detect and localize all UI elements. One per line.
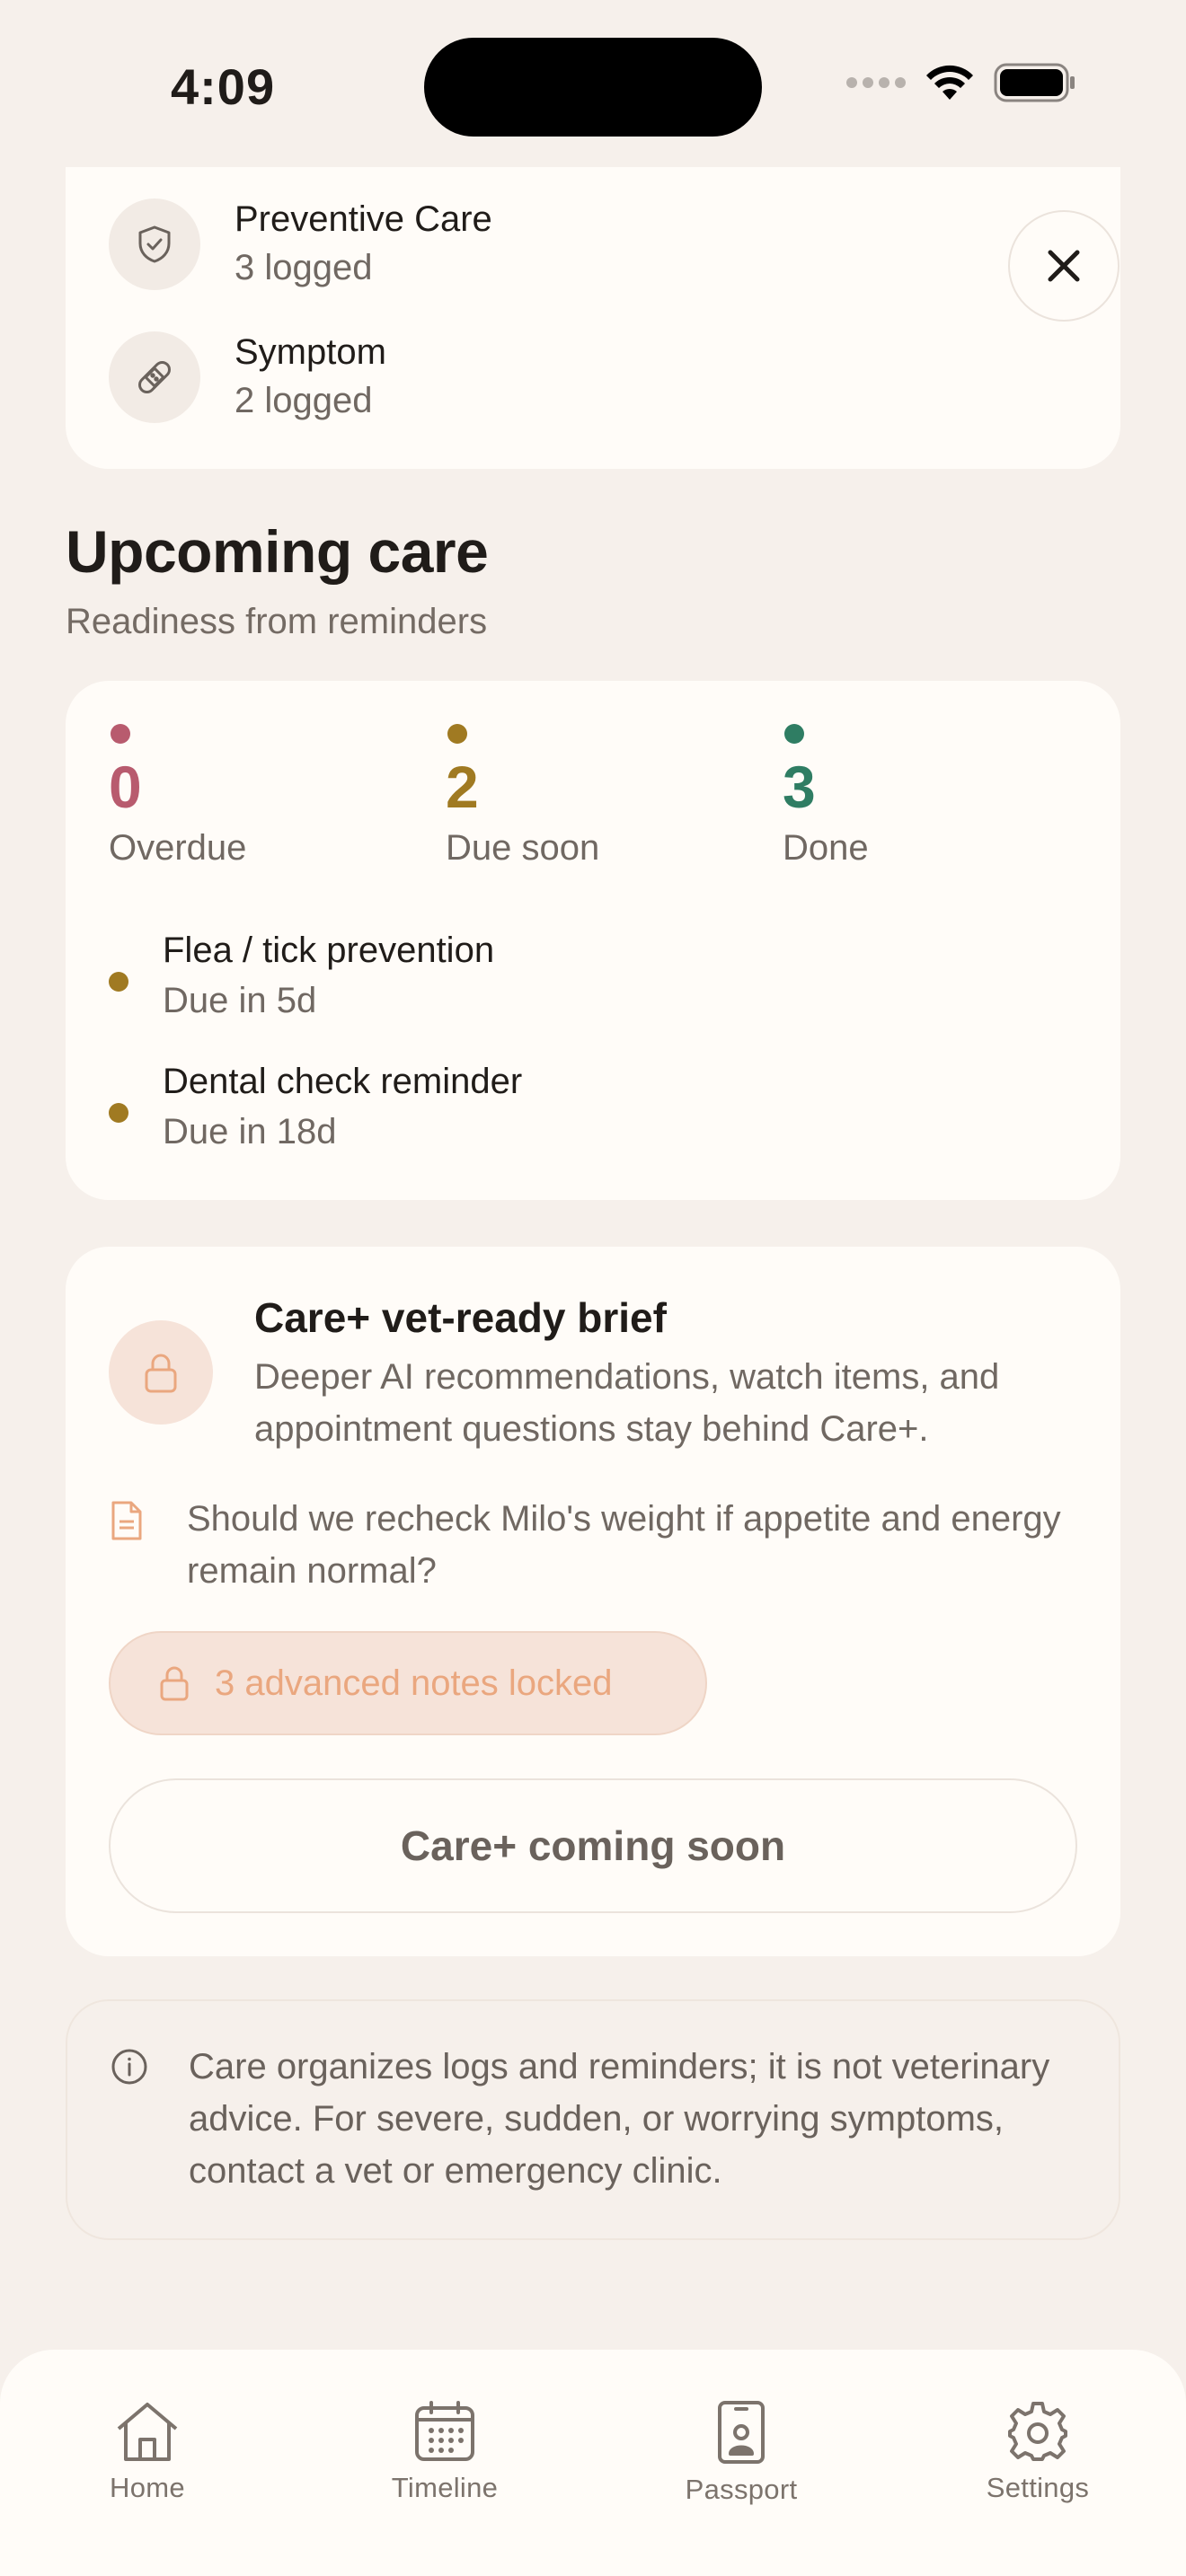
- lock-icon: [109, 1320, 213, 1425]
- passport-icon: [718, 2401, 765, 2464]
- log-count: 2 logged: [235, 381, 373, 420]
- careplus-coming-soon-button[interactable]: Care+ coming soon: [109, 1778, 1077, 1913]
- stat-label: Overdue: [109, 828, 247, 868]
- stat-due-soon: 2 Due soon: [446, 724, 599, 869]
- upcoming-care-card: 0 Overdue 2 Due soon 3 Done Flea / tick …: [66, 681, 1120, 1200]
- stat-done: 3 Done: [783, 724, 869, 869]
- tab-label: Timeline: [391, 2472, 499, 2503]
- status-time: 4:09: [171, 58, 276, 115]
- section-subtitle: Readiness from reminders: [66, 602, 488, 641]
- lock-icon: [160, 1666, 189, 1701]
- close-button[interactable]: [1008, 210, 1120, 322]
- disclaimer-text: Care organizes logs and reminders; it is…: [189, 2047, 1050, 2191]
- status-dot: [447, 724, 467, 744]
- log-count: 3 logged: [235, 248, 373, 287]
- wifi-icon: [926, 65, 973, 100]
- gear-icon: [1008, 2402, 1067, 2461]
- locked-notes-pill[interactable]: 3 advanced notes locked: [109, 1631, 707, 1735]
- stat-value: 2: [446, 754, 479, 820]
- log-title: Symptom: [235, 332, 386, 372]
- due-item-title: Flea / tick prevention: [163, 931, 495, 970]
- tab-label: Settings: [986, 2472, 1090, 2503]
- shield-check-icon: [109, 198, 200, 290]
- careplus-description: Deeper AI recommendations, watch items, …: [254, 1357, 1000, 1449]
- calendar-icon: [415, 2401, 474, 2461]
- stat-overdue: 0 Overdue: [109, 724, 246, 869]
- due-item-title: Dental check reminder: [163, 1062, 523, 1101]
- close-icon: [1048, 250, 1080, 282]
- due-item-date: Due in 18d: [163, 1112, 337, 1151]
- locked-notes-label: 3 advanced notes locked: [215, 1663, 613, 1703]
- log-title: Preventive Care: [235, 199, 492, 239]
- stat-label: Due soon: [446, 828, 600, 868]
- log-row-preventive-care[interactable]: Preventive Care 3 logged: [109, 196, 492, 293]
- care-screen: 4:09 Preventive Care 3 logged Symptom 2 …: [0, 0, 1186, 2576]
- document-icon: [111, 1501, 142, 1540]
- stat-label: Done: [783, 828, 869, 868]
- dynamic-island: [424, 38, 762, 137]
- status-dot: [784, 724, 804, 744]
- due-soon-dot: [109, 972, 128, 992]
- section-title: Upcoming care: [66, 518, 489, 585]
- disclaimer-card: Care organizes logs and reminders; it is…: [66, 1999, 1120, 2240]
- tab-home[interactable]: Home: [49, 2400, 246, 2504]
- status-dot: [111, 724, 130, 744]
- due-soon-dot: [109, 1103, 128, 1123]
- log-row-symptom[interactable]: Symptom 2 logged: [109, 329, 386, 426]
- tab-passport[interactable]: Passport: [642, 2400, 840, 2506]
- tab-bar: Home Timeline Passport Settings: [0, 2350, 1186, 2576]
- vet-question: Should we recheck Milo's weight if appet…: [187, 1499, 1061, 1591]
- stat-value: 3: [783, 754, 816, 820]
- log-summary-card: Preventive Care 3 logged Symptom 2 logge…: [66, 167, 1120, 469]
- status-icons: [846, 63, 1076, 102]
- due-item[interactable]: Dental check reminder Due in 18d: [109, 1056, 522, 1157]
- due-item[interactable]: Flea / tick prevention Due in 5d: [109, 925, 494, 1026]
- tab-label: Passport: [685, 2474, 798, 2505]
- info-icon: [111, 2049, 147, 2085]
- careplus-card: Care+ vet-ready brief Deeper AI recommen…: [66, 1247, 1120, 1956]
- home-icon: [117, 2403, 178, 2461]
- stat-value: 0: [109, 754, 142, 820]
- tab-timeline[interactable]: Timeline: [346, 2400, 544, 2504]
- careplus-title: Care+ vet-ready brief: [254, 1294, 667, 1341]
- tab-label: Home: [110, 2472, 185, 2503]
- due-item-date: Due in 5d: [163, 981, 317, 1020]
- battery-icon: [994, 63, 1075, 102]
- bandage-icon: [109, 331, 200, 423]
- tab-settings[interactable]: Settings: [939, 2400, 1137, 2504]
- cellular-signal-icon: [846, 77, 906, 88]
